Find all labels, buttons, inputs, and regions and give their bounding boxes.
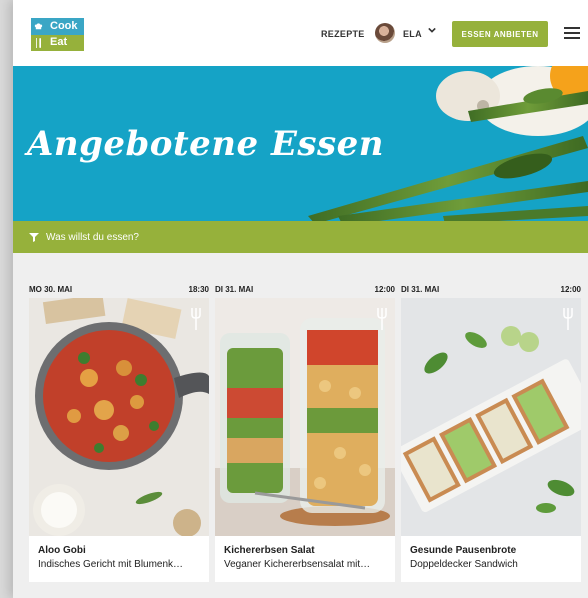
logo-text-cook: Cook [46,20,78,32]
cook-eat-logo[interactable]: Cook Eat [31,18,84,51]
chevron-down-icon[interactable] [428,26,436,37]
card-title: Aloo Gobi [38,545,86,556]
card-meta: DI 31. MAI 12:00 [401,285,581,297]
page-title: Angebotene Essen [27,124,385,164]
card-time: 12:00 [560,285,581,294]
card-subtitle: Veganer Kichererbsensalat mit… [224,559,371,570]
fork-icon [191,308,201,330]
card-title: Kichererbsen Salat [224,545,315,556]
offer-list: MO 30. MAI 18:30 Aloo Gobi Indisches Ger… [13,253,588,598]
card-subtitle: Indisches Gericht mit Blumenk… [38,559,184,570]
card-time: 18:30 [188,285,209,294]
essen-anbieten-button[interactable]: ESSEN ANBIETEN [452,21,548,47]
card-body: Kichererbsen Salat Veganer Kichererbsens… [215,536,395,582]
card-date: DI 31. MAI [401,285,440,294]
user-avatar[interactable] [375,23,395,43]
offer-card-gesunde-pausenbrote[interactable]: DI 31. MAI 12:00 Gesunde Pausenbrote Dop… [401,285,581,585]
page: Cook Eat REZEPTE ELA ESSEN ANBIETEN Ange… [13,0,588,598]
hamburger-menu-icon[interactable] [564,27,580,39]
card-meta: DI 31. MAI 12:00 [215,285,395,297]
fork-icon [563,308,573,330]
card-time: 12:00 [374,285,395,294]
hero-banner: Angebotene Essen [13,66,588,221]
logo-text-eat: Eat [50,36,68,49]
filter-icon [29,233,39,242]
card-title: Gesunde Pausenbrote [410,545,517,556]
card-image [29,298,209,536]
offer-card-aloo-gobi[interactable]: MO 30. MAI 18:30 Aloo Gobi Indisches Ger… [29,285,209,585]
chef-hat-icon [31,22,46,31]
offer-card-kichererbsen-salat[interactable]: DI 31. MAI 12:00 Kichererbsen Salat Vega… [215,285,395,585]
card-body: Aloo Gobi Indisches Gericht mit Blumenk… [29,536,209,582]
card-image [215,298,395,536]
card-date: MO 30. MAI [29,285,73,294]
card-image [401,298,581,536]
card-date: DI 31. MAI [215,285,254,294]
utensils-icon [31,37,46,48]
fork-icon [377,308,387,330]
nav-link-rezepte[interactable]: REZEPTE [321,29,365,39]
card-meta: MO 30. MAI 18:30 [29,285,209,297]
food-filter-bar[interactable]: Was willst du essen? [13,221,588,253]
card-subtitle: Doppeldecker Sandwich [410,559,518,570]
filter-label: Was willst du essen? [46,231,139,243]
user-name[interactable]: ELA [403,29,422,39]
card-body: Gesunde Pausenbrote Doppeldecker Sandwic… [401,536,581,582]
site-header: Cook Eat REZEPTE ELA ESSEN ANBIETEN [13,0,588,66]
